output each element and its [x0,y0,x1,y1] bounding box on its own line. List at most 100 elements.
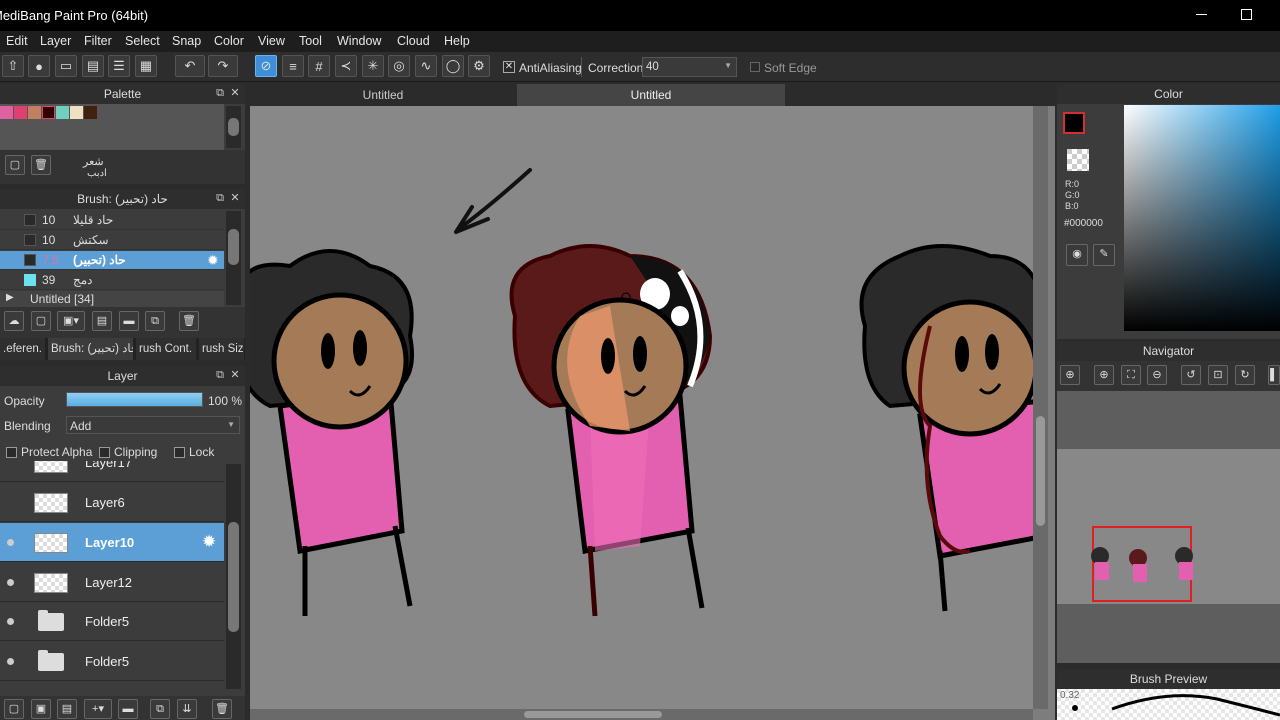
redo-icon[interactable]: ↷ [208,55,238,77]
brush-item[interactable]: 10 حاد قليلا [0,211,224,230]
brush-item-selected[interactable]: 7.5 حاد (تحبير) ✹ [0,251,224,270]
lock-toggle[interactable]: Lock [174,445,214,459]
tab-brush-control[interactable]: rush Cont. [136,338,197,360]
swatch[interactable] [56,106,69,119]
zoom-fit-icon[interactable]: ⊕ [1060,365,1080,385]
layer-scrollbar[interactable] [226,464,241,689]
menu-snap[interactable]: Snap [172,34,201,48]
scrollbar-thumb[interactable] [1036,416,1045,526]
brush-group[interactable]: ▶ Untitled [34] [0,291,224,307]
checkbox[interactable] [174,447,185,459]
scrollbar-thumb[interactable] [228,118,239,136]
add-brush-icon[interactable]: ▣▾ [57,311,85,331]
snap-off-icon[interactable]: ⊘ [255,55,277,77]
document-icon[interactable]: ▤ [82,55,104,77]
zoom-in-icon[interactable]: ⊕ [1094,365,1114,385]
add-layer-menu-icon[interactable]: +▾ [84,699,112,719]
swatch[interactable] [0,106,13,119]
new-brush-icon[interactable]: ▢ [31,311,51,331]
ellipse-snap-icon[interactable]: ◯ [442,55,464,77]
swatch[interactable] [42,106,55,119]
undock-icon[interactable]: ⧉ [213,368,227,382]
palette-icon[interactable]: ◉ [1066,244,1088,266]
minimize-icon[interactable] [1196,14,1207,15]
antialiasing-checkbox[interactable]: ✕ [503,61,515,73]
close-icon[interactable]: ✕ [228,191,242,205]
duplicate-icon[interactable]: ⧉ [145,311,165,331]
menu-tool[interactable]: Tool [299,34,322,48]
close-icon[interactable]: ✕ [228,86,242,100]
color-sv-picker[interactable] [1124,105,1280,331]
menu-help[interactable]: Help [444,34,470,48]
navigator-preview[interactable] [1057,449,1280,604]
brush-item[interactable]: 10 سكتش [0,231,224,250]
softedge-checkbox[interactable] [750,62,760,72]
folder-row[interactable]: Folder5 [0,642,224,681]
delete-palette-icon[interactable]: 🗑 [31,155,51,175]
color-picker-icon[interactable]: ✎ [1093,244,1115,266]
parallel-snap-icon[interactable]: ≡ [282,55,304,77]
new-halftone-layer-icon[interactable]: ▣ [31,699,51,719]
scrollbar-thumb[interactable] [524,711,662,718]
secondary-color[interactable] [1067,149,1089,171]
grid-icon[interactable]: ▦ [135,55,157,77]
checkbox[interactable] [99,447,110,459]
maximize-icon[interactable] [1241,9,1252,20]
menu-layer[interactable]: Layer [40,34,71,48]
list-icon[interactable]: ☰ [108,55,130,77]
opacity-slider[interactable] [66,392,203,407]
delete-brush-icon[interactable]: 🗑 [179,311,199,331]
tab-brush[interactable]: Brush: حاد (تحبير) [48,338,134,360]
visibility-icon[interactable] [7,658,14,665]
visibility-icon[interactable] [7,579,14,586]
scrollbar-thumb[interactable] [228,522,239,632]
checkbox[interactable] [6,447,17,459]
comment-icon[interactable]: ● [28,55,50,77]
protect-alpha-toggle[interactable]: Protect Alpha [6,445,92,459]
undock-icon[interactable]: ⧉ [213,86,227,100]
delete-layer-icon[interactable]: 🗑 [212,699,232,719]
tab-document[interactable]: Untitled [250,84,516,106]
snap-settings-icon[interactable]: ⚙ [468,55,490,77]
menu-edit[interactable]: Edit [6,34,28,48]
message-icon[interactable]: ▭ [55,55,77,77]
scrollbar-thumb[interactable] [228,229,239,265]
undo-icon[interactable]: ↶ [175,55,205,77]
brush-settings-icon[interactable]: ▤ [92,311,112,331]
swatch[interactable] [84,106,97,119]
drawing-canvas[interactable] [250,106,1033,709]
layer-row[interactable]: Layer12 [0,563,224,602]
swatch[interactable] [28,106,41,119]
visibility-icon[interactable] [7,539,14,546]
reset-icon[interactable]: ⊡ [1208,365,1228,385]
cloud-brush-icon[interactable]: ☁ [4,311,24,331]
layer-row[interactable]: Layer6 [0,483,224,522]
cross-snap-icon[interactable]: # [308,55,330,77]
tab-document-active[interactable]: Untitled [517,84,785,106]
new-folder-icon[interactable]: ▬ [118,699,138,719]
brush-item[interactable]: 39 دمج [0,271,224,290]
clipping-toggle[interactable]: Clipping [99,445,157,459]
new-layer-icon[interactable]: ▢ [4,699,24,719]
flip-icon[interactable]: ▌ [1268,365,1280,385]
radial-snap-icon[interactable]: ✳ [362,55,384,77]
swatch[interactable] [70,106,83,119]
vanishing-snap-icon[interactable]: ≺ [335,55,357,77]
duplicate-layer-icon[interactable]: ⧉ [150,699,170,719]
gear-icon[interactable]: ✹ [207,252,219,269]
gear-icon[interactable]: ✹ [202,532,216,552]
menu-view[interactable]: View [258,34,285,48]
curve-snap-icon[interactable]: ∿ [415,55,437,77]
canvas-hscrollbar[interactable] [250,709,1033,720]
menu-color[interactable]: Color [214,34,244,48]
rotate-left-icon[interactable]: ↺ [1181,365,1201,385]
menu-select[interactable]: Select [125,34,160,48]
menu-cloud[interactable]: Cloud [397,34,430,48]
fit-window-icon[interactable]: ⛶ [1121,365,1141,385]
palette-scrollbar[interactable] [226,106,241,148]
layer-row-selected[interactable]: Layer10 ✹ [0,523,224,562]
concentric-snap-icon[interactable]: ◎ [388,55,410,77]
folder-icon[interactable]: ▬ [119,311,139,331]
new-8bit-layer-icon[interactable]: ▤ [57,699,77,719]
merge-layer-icon[interactable]: ⇊ [177,699,197,719]
